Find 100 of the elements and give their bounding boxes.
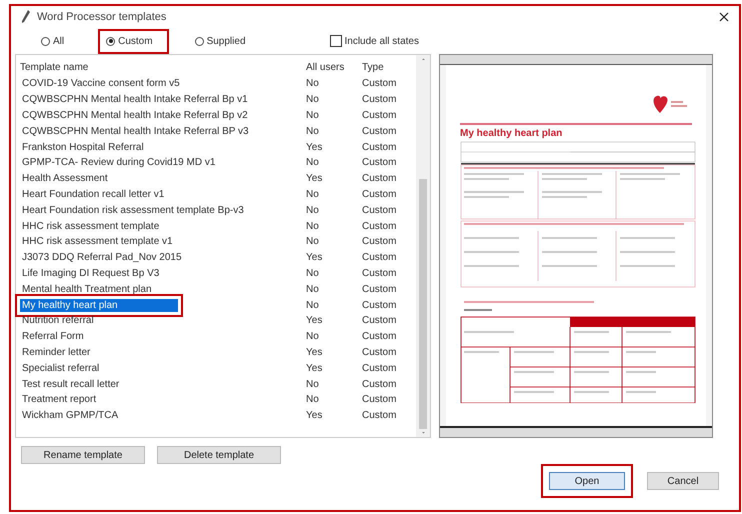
table-cell-text: No <box>306 204 320 216</box>
filter-radio[interactable]: Supplied <box>186 28 262 54</box>
table-cell-text: Custom <box>362 142 398 153</box>
table-cell-text: Custom <box>362 157 398 168</box>
template-row[interactable]: Treatment report No Custom <box>20 392 416 408</box>
table-cell-text: No <box>306 188 320 200</box>
document-title: My healthy heart plan <box>460 128 562 139</box>
template-row[interactable]: Heart Foundation recall letter v1 No Custom <box>20 186 416 202</box>
dialog-button[interactable]: Cancel <box>647 472 719 490</box>
template-name: Test result recall letter <box>21 378 120 391</box>
template-row[interactable]: COVID-19 Vaccine consent form v5 No Custom <box>20 76 416 92</box>
template-row[interactable]: Life Imaging DI Request Bp V3 No Custom <box>20 266 416 282</box>
table-cell-text: Custom <box>362 236 398 248</box>
template-name: Treatment report <box>21 393 98 406</box>
template-row[interactable]: CQWBSCPHN Mental health Intake Referral Bp v1 No Custom <box>20 92 416 108</box>
template-name: Reminder letter <box>21 346 92 359</box>
table-cell-text: Custom <box>362 394 398 406</box>
template-row[interactable]: GPMP-TCA- Review during Covid19 MD v1 No Custom <box>20 154 416 171</box>
table-cell-text: No <box>306 94 320 106</box>
template-name: J3073 DDQ Referral Pad_Nov 2015 <box>21 251 183 264</box>
template-row[interactable]: Frankston Hospital Referral Yes Custom <box>20 139 416 155</box>
template-name: Frankston Hospital Referral <box>21 140 145 154</box>
table-cell-text: Custom <box>362 204 398 216</box>
table-cell-text: Yes <box>306 362 324 374</box>
template-row[interactable]: Referral Form No Custom <box>20 328 416 345</box>
template-name: Life Imaging DI Request Bp V3 <box>21 266 160 280</box>
table-cell-text: No <box>306 394 320 406</box>
table-cell-text: No <box>306 220 320 232</box>
template-name: Nutrition referral <box>21 314 95 328</box>
template-row[interactable]: Mental health Treatment plan No Custom <box>20 281 416 298</box>
table-cell-text: Custom <box>362 284 398 295</box>
table-cell-text: No <box>306 284 320 295</box>
template-name: HHC risk assessment template v1 <box>21 235 174 248</box>
pen-icon <box>21 10 31 24</box>
table-cell-text: Custom <box>362 300 398 311</box>
template-name: HHC risk assessment template <box>21 220 160 233</box>
template-row[interactable]: Specialist referral Yes Custom <box>20 360 416 376</box>
column-header[interactable]: All users <box>306 62 362 73</box>
table-cell-text: Custom <box>362 220 398 232</box>
table-cell-text: No <box>306 157 320 168</box>
close-icon[interactable] <box>719 12 729 22</box>
template-row[interactable]: Wickham GPMP/TCA Yes Custom <box>20 408 416 424</box>
template-row[interactable]: HHC risk assessment template v1 No Custom <box>20 234 416 250</box>
template-name: Heart Foundation recall letter v1 <box>21 188 166 201</box>
dialog-button[interactable]: Open <box>549 472 625 490</box>
template-row[interactable]: Health Assessment Yes Custom <box>20 170 416 187</box>
table-cell-text: No <box>306 236 320 248</box>
table-cell-text: Custom <box>362 346 398 358</box>
scrollbar[interactable] <box>416 55 430 437</box>
table-cell-text: No <box>306 378 320 390</box>
table-cell-text: Custom <box>362 110 398 121</box>
table-cell-text: No <box>306 78 320 90</box>
template-name: Heart Foundation risk assessment template Bp-v3 <box>21 204 245 217</box>
template-name: Referral Form <box>21 330 85 344</box>
include-all-states-checkbox[interactable]: Include all states <box>330 35 419 47</box>
table-cell-text: No <box>306 300 320 311</box>
table-cell-text: Custom <box>362 94 398 106</box>
table-cell-text: No <box>306 268 320 279</box>
filter-radio[interactable]: Custom <box>98 28 169 54</box>
template-name: Wickham GPMP/TCA <box>21 409 120 422</box>
template-row[interactable]: CQWBSCPHN Mental health Intake Referral Bp v2 No Custom <box>20 108 416 124</box>
filter-radio[interactable]: All <box>33 28 80 54</box>
table-cell-text: No <box>306 331 320 342</box>
template-row[interactable]: CQWBSCPHN Mental health Intake Referral BP v3 No Custom <box>20 123 416 140</box>
template-row[interactable]: Reminder letter Yes Custom <box>20 344 416 360</box>
template-name: Health Assessment <box>21 172 109 186</box>
scroll-down-arrow-icon[interactable] <box>420 432 426 434</box>
template-row[interactable]: Test result recall letter No Custom <box>20 376 416 392</box>
table-cell-text: Custom <box>362 410 398 422</box>
template-row[interactable]: J3073 DDQ Referral Pad_Nov 2015 Yes Custom <box>20 250 416 266</box>
table-cell-text: Custom <box>362 315 398 326</box>
template-row[interactable]: Heart Foundation risk assessment template Bp-v3 No Custom <box>20 202 416 218</box>
table-cell-text: Custom <box>362 252 398 264</box>
template-row[interactable]: My healthy heart plan No Custom <box>20 297 416 313</box>
template-name: My healthy heart plan <box>20 298 178 312</box>
template-name: GPMP-TCA- Review during Covid19 MD v1 <box>21 156 216 170</box>
table-cell-text: Custom <box>362 362 398 374</box>
table-cell-text: Yes <box>306 315 324 326</box>
template-name: Mental health Treatment plan <box>21 282 153 296</box>
table-cell-text: No <box>306 126 320 137</box>
table-cell-text: Yes <box>306 346 324 358</box>
table-cell-text: Yes <box>306 142 324 153</box>
window-title: Word Processor templates <box>37 11 166 23</box>
table-cell-text: Yes <box>306 410 324 422</box>
scroll-up-arrow-icon[interactable] <box>420 58 426 60</box>
table-cell-text: Yes <box>306 173 324 184</box>
column-header[interactable]: Template name <box>20 62 306 73</box>
template-action-button[interactable]: Delete template <box>157 446 281 464</box>
template-action-button[interactable]: Rename template <box>21 446 145 464</box>
template-row[interactable]: Nutrition referral Yes Custom <box>20 312 416 329</box>
table-cell-text: No <box>306 110 320 121</box>
table-cell-text: Custom <box>362 78 398 90</box>
template-name: CQWBSCPHN Mental health Intake Referral BP v3 <box>21 124 250 138</box>
template-name: COVID-19 Vaccine consent form v5 <box>21 77 181 90</box>
column-header[interactable]: Type <box>362 62 412 73</box>
table-cell-text: Custom <box>362 331 398 342</box>
table-cell-text: Custom <box>362 126 398 137</box>
table-cell-text: Custom <box>362 188 398 200</box>
template-name: Specialist referral <box>21 362 100 375</box>
template-row[interactable]: HHC risk assessment template No Custom <box>20 218 416 234</box>
